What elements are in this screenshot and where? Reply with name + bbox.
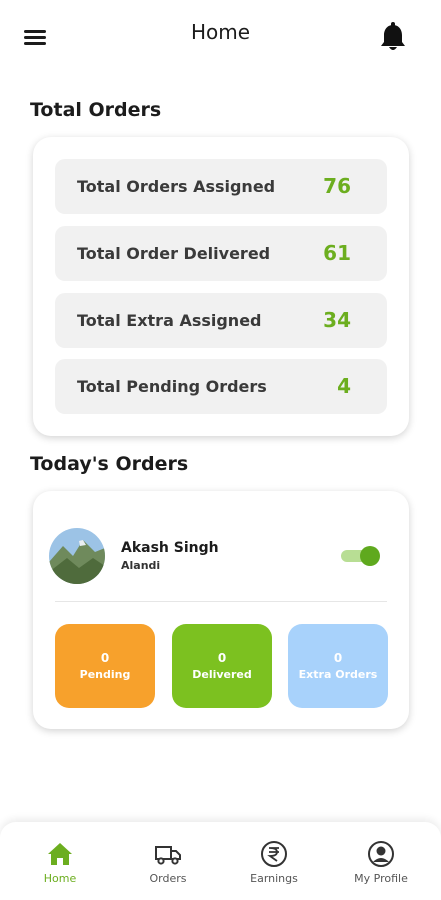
todays-orders-card: Akash Singh Alandi 0 Pending 0 Delivered… [33, 491, 409, 729]
stat-value: 4 [337, 374, 351, 398]
total-orders-heading: Total Orders [30, 99, 162, 121]
stat-label: Total Order Delivered [77, 244, 271, 263]
nav-home[interactable]: Home [15, 834, 105, 892]
bottom-nav: Home Orders Earnings My Profile [0, 822, 441, 900]
total-orders-card: Total Orders Assigned 76 Total Order Del… [33, 137, 409, 436]
profile-icon [368, 841, 394, 867]
rupee-icon [261, 841, 287, 867]
nav-my-profile-label: My Profile [354, 872, 408, 885]
nav-orders[interactable]: Orders [123, 834, 213, 892]
stat-value: 61 [323, 241, 351, 265]
stat-label: Total Pending Orders [77, 377, 267, 396]
stat-row-orders-assigned: Total Orders Assigned 76 [55, 159, 387, 214]
nav-my-profile[interactable]: My Profile [336, 834, 426, 892]
stat-row-pending-orders: Total Pending Orders 4 [55, 359, 387, 414]
nav-home-label: Home [43, 872, 77, 885]
extra-orders-count: 0 [333, 651, 343, 665]
pending-count: 0 [100, 651, 110, 665]
page-title: Home [190, 20, 251, 44]
stat-value: 76 [323, 174, 351, 198]
avatar [49, 528, 105, 584]
home-icon [48, 843, 72, 865]
divider [55, 601, 387, 602]
extra-orders-tile[interactable]: 0 Extra Orders [288, 624, 388, 708]
pending-label: Pending [79, 668, 131, 681]
driver-name: Akash Singh [121, 540, 219, 556]
app-bar: Home [0, 0, 441, 70]
stat-label: Total Orders Assigned [77, 177, 276, 196]
todays-orders-heading: Today's Orders [30, 453, 189, 475]
stat-row-extra-assigned: Total Extra Assigned 34 [55, 293, 387, 348]
pending-tile[interactable]: 0 Pending [55, 624, 155, 708]
delivered-label: Delivered [192, 668, 252, 681]
notification-bell-icon[interactable] [379, 22, 407, 52]
nav-orders-label: Orders [149, 872, 187, 885]
driver-location: Alandi [121, 559, 161, 572]
stat-label: Total Extra Assigned [77, 311, 262, 330]
nav-earnings[interactable]: Earnings [229, 834, 319, 892]
stat-row-orders-delivered: Total Order Delivered 61 [55, 226, 387, 281]
nav-earnings-label: Earnings [250, 872, 298, 885]
delivered-count: 0 [217, 651, 227, 665]
stat-value: 34 [323, 308, 351, 332]
extra-orders-label: Extra Orders [298, 668, 378, 681]
availability-toggle[interactable] [339, 546, 380, 566]
delivered-tile[interactable]: 0 Delivered [172, 624, 272, 708]
truck-icon [155, 846, 181, 865]
